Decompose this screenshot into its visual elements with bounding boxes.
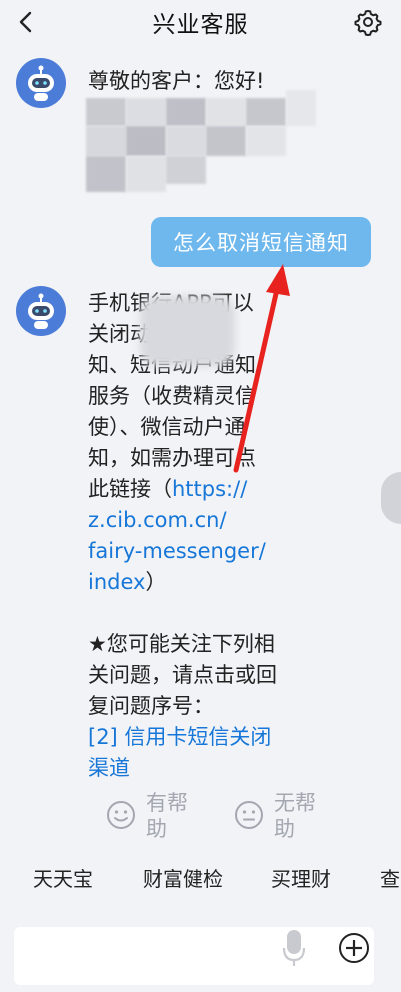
answer-link-line: index）: [88, 567, 288, 598]
message-input[interactable]: [14, 927, 374, 985]
bot-avatar: [16, 58, 66, 108]
floating-scroll-handle[interactable]: [381, 472, 401, 524]
answer-link[interactable]: z.cib.com.cn/: [88, 505, 288, 536]
answer-link[interactable]: index: [88, 570, 145, 594]
answer-link-line: 此链接（https://: [88, 474, 288, 505]
answer-line: 知，如需办理可点: [88, 446, 256, 470]
gear-icon: [354, 10, 382, 36]
page-title: 兴业客服: [152, 12, 249, 38]
chevron-left-icon: [19, 11, 32, 33]
helpful-label: 助: [146, 817, 167, 841]
answer-link[interactable]: https://: [172, 477, 247, 501]
back-button[interactable]: [10, 6, 42, 38]
neutral-face-icon: [235, 801, 263, 829]
smile-icon: [107, 801, 135, 829]
helpful-button[interactable]: 有帮 助: [106, 790, 188, 842]
microphone-icon[interactable]: [282, 928, 306, 968]
greeting-text: 尊敬的客户：您好!: [88, 69, 265, 93]
quick-reply-chip[interactable]: 查: [380, 863, 400, 892]
unhelpful-button[interactable]: 无帮 助: [234, 790, 316, 842]
plus-icon[interactable]: [338, 932, 370, 964]
related-question-link[interactable]: [2] 信用卡短信关闭: [88, 722, 288, 753]
answer-line: 使）、微信动户通: [88, 415, 246, 439]
answer-link-suffix: ）: [145, 570, 167, 594]
robot-avatar-icon: [28, 293, 54, 329]
answer-line: 服务（收费精灵信: [88, 384, 256, 408]
related-line: 复问题序号：: [88, 694, 214, 718]
header-bar: 兴业客服: [0, 0, 401, 44]
answer-link[interactable]: fairy-messenger/: [88, 536, 288, 567]
quick-reply-chip[interactable]: 财富健检: [143, 863, 223, 892]
unhelpful-label: 无帮: [274, 791, 316, 815]
related-line: ★您可能关注下列相: [88, 632, 275, 656]
related-question-link[interactable]: 渠道: [88, 753, 288, 784]
unhelpful-label: 助: [274, 817, 295, 841]
answer-link-prefix: 此链接（: [88, 477, 172, 501]
quick-reply-chip[interactable]: 天天宝: [33, 863, 93, 892]
settings-button[interactable]: [353, 7, 383, 37]
quick-reply-chip[interactable]: 买理财: [271, 863, 331, 892]
robot-avatar-icon: [28, 65, 54, 101]
user-message-text: 怎么取消短信通知: [173, 231, 349, 255]
user-message-bubble[interactable]: 怎么取消短信通知: [151, 217, 371, 267]
quick-reply-bar: 天天宝 财富健检 买理财 查: [0, 855, 401, 899]
redacted-blur: [140, 296, 235, 366]
helpful-label: 有帮: [146, 791, 188, 815]
related-line: 关问题，请点击或回: [88, 663, 277, 687]
bot-avatar: [16, 286, 66, 336]
